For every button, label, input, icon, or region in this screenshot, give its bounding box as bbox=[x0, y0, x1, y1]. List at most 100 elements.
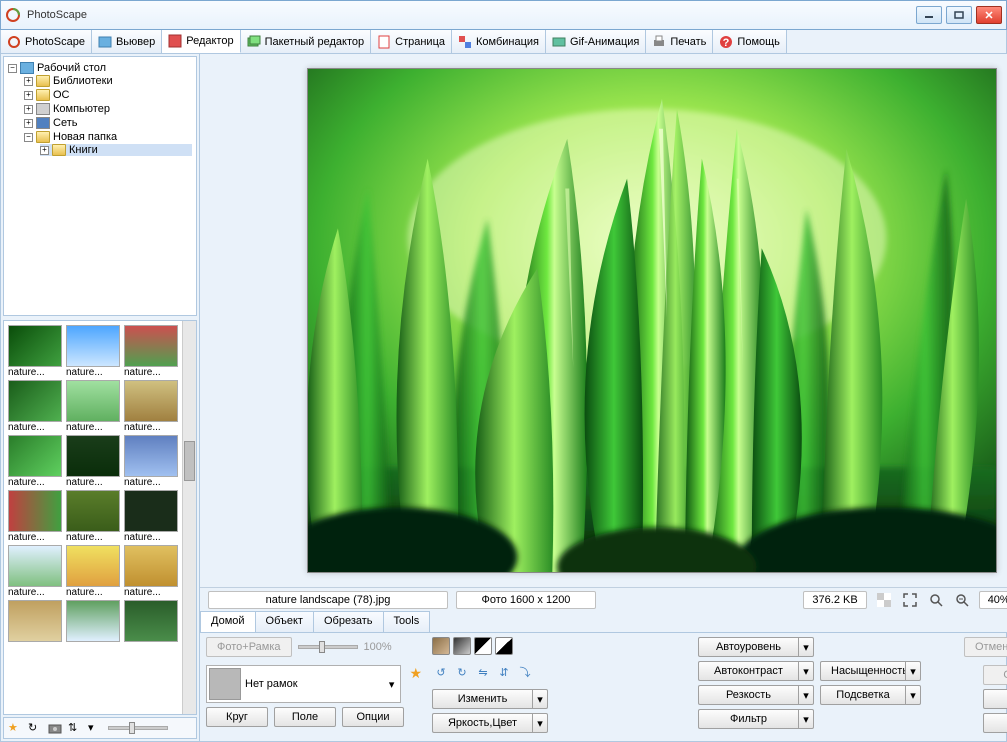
thumbnail[interactable]: nature... bbox=[8, 380, 62, 433]
thumbnail[interactable] bbox=[66, 600, 120, 642]
frame-selector[interactable]: Нет рамок ▾ bbox=[206, 665, 401, 703]
field-button[interactable]: Поле bbox=[274, 707, 336, 727]
thumbnail[interactable]: nature... bbox=[8, 490, 62, 543]
thumbnail-size-slider[interactable] bbox=[108, 726, 168, 730]
thumbnail[interactable] bbox=[124, 600, 178, 642]
chevron-down-icon[interactable]: ▾ bbox=[798, 709, 814, 729]
camera-icon[interactable] bbox=[48, 721, 62, 735]
thumbnail[interactable]: nature... bbox=[124, 380, 178, 433]
grayscale-swatch[interactable] bbox=[453, 637, 471, 655]
autolevel-dropdown[interactable]: Автоуровень▾ bbox=[698, 637, 814, 657]
refresh-icon[interactable]: ↻ bbox=[28, 721, 42, 735]
brightness-color-dropdown[interactable]: Яркость,Цвет▾ bbox=[432, 713, 548, 733]
tab-editor[interactable]: Редактор bbox=[162, 30, 240, 53]
chevron-down-icon[interactable]: ▾ bbox=[798, 637, 814, 657]
tab-help[interactable]: ?Помощь bbox=[713, 30, 787, 53]
highlight-dropdown[interactable]: Подсветка▾ bbox=[820, 685, 921, 705]
thumbnail[interactable]: nature... bbox=[66, 490, 120, 543]
fit-screen-icon[interactable] bbox=[901, 591, 919, 609]
thumbnail[interactable]: nature... bbox=[124, 545, 178, 598]
thumbnail[interactable]: nature... bbox=[124, 325, 178, 378]
undo-all-button[interactable]: Отменить все bbox=[983, 665, 1007, 685]
expand-icon[interactable]: + bbox=[24, 105, 33, 114]
panel-tab-object[interactable]: Объект bbox=[255, 611, 314, 632]
tree-item-selected[interactable]: +Книги bbox=[40, 144, 192, 156]
sort-icon[interactable]: ⇅ bbox=[68, 721, 82, 735]
chevron-down-icon[interactable]: ▾ bbox=[532, 689, 548, 709]
tab-gif[interactable]: Gif-Анимация bbox=[546, 30, 646, 53]
rotate-left-icon[interactable]: ↺ bbox=[432, 663, 450, 681]
thumbnail[interactable] bbox=[8, 600, 62, 642]
expand-icon[interactable]: + bbox=[24, 91, 33, 100]
chevron-down-icon[interactable]: ▾ bbox=[798, 661, 814, 681]
saturation-dropdown[interactable]: Насыщенность▾ bbox=[820, 661, 921, 681]
save-button[interactable]: Сохранить bbox=[983, 689, 1007, 709]
bw-swatch[interactable] bbox=[474, 637, 492, 655]
tab-print[interactable]: Печать bbox=[646, 30, 713, 53]
chevron-down-icon[interactable]: ▾ bbox=[905, 661, 921, 681]
thumbnail[interactable]: nature... bbox=[8, 545, 62, 598]
collapse-icon[interactable]: − bbox=[24, 133, 33, 142]
tree-root[interactable]: −Рабочий стол bbox=[8, 62, 192, 74]
thumbnail[interactable]: nature... bbox=[8, 435, 62, 488]
photo-frame-button[interactable]: Фото+Рамка bbox=[206, 637, 292, 657]
star-icon[interactable]: ★ bbox=[405, 665, 426, 682]
tab-photoscape[interactable]: PhotoScape bbox=[1, 30, 92, 53]
zoom-actual-icon[interactable] bbox=[927, 591, 945, 609]
thumbnail[interactable]: nature... bbox=[66, 435, 120, 488]
thumbnail[interactable]: nature... bbox=[66, 325, 120, 378]
tab-viewer[interactable]: Вьювер bbox=[92, 30, 162, 53]
flip-vertical-icon[interactable]: ⇵ bbox=[495, 663, 513, 681]
zoom-fit-icon[interactable] bbox=[953, 591, 971, 609]
undo-button[interactable]: Отмена bbox=[964, 637, 1007, 657]
panel-tab-tools[interactable]: Tools bbox=[383, 611, 431, 632]
expand-icon[interactable]: + bbox=[24, 77, 33, 86]
maximize-button[interactable] bbox=[946, 6, 972, 24]
thumbnail[interactable]: nature... bbox=[124, 435, 178, 488]
collapse-icon[interactable]: − bbox=[8, 64, 17, 73]
tab-page[interactable]: Страница bbox=[371, 30, 452, 53]
thumbnail[interactable]: nature... bbox=[66, 545, 120, 598]
autocontrast-dropdown[interactable]: Автоконтраст▾ bbox=[698, 661, 814, 681]
canvas-area[interactable] bbox=[200, 54, 1007, 587]
rotate-free-icon[interactable]: ⤵ bbox=[516, 663, 534, 681]
thumbnail[interactable]: nature... bbox=[124, 490, 178, 543]
tree-item[interactable]: +Библиотеки bbox=[24, 75, 192, 87]
circle-button[interactable]: Круг bbox=[206, 707, 268, 727]
expand-icon[interactable]: + bbox=[24, 119, 33, 128]
sharpness-dropdown[interactable]: Резкость▾ bbox=[698, 685, 814, 705]
content-area: nature landscape (78).jpg Фото 1600 x 12… bbox=[200, 54, 1007, 741]
star-icon[interactable]: ★ bbox=[8, 721, 22, 735]
chevron-down-icon[interactable]: ▾ bbox=[905, 685, 921, 705]
thumbnail[interactable]: nature... bbox=[8, 325, 62, 378]
menu-button[interactable]: Меню bbox=[983, 713, 1007, 733]
thumbnails-grid[interactable]: nature...nature...nature... nature...nat… bbox=[4, 321, 182, 714]
chevron-down-icon[interactable]: ▾ bbox=[88, 721, 102, 735]
thumbnail[interactable]: nature... bbox=[66, 380, 120, 433]
tree-item[interactable]: +Компьютер bbox=[24, 103, 192, 115]
close-button[interactable]: ✕ bbox=[976, 6, 1002, 24]
thumbnails-scrollbar[interactable] bbox=[182, 321, 196, 714]
tree-item[interactable]: +ОС bbox=[24, 89, 192, 101]
checker-icon[interactable] bbox=[875, 591, 893, 609]
chevron-down-icon[interactable]: ▾ bbox=[532, 713, 548, 733]
negative-swatch[interactable] bbox=[495, 637, 513, 655]
tree-item[interactable]: −Новая папка bbox=[24, 131, 192, 143]
frame-slider[interactable] bbox=[298, 645, 358, 649]
tab-batch[interactable]: Пакетный редактор bbox=[241, 30, 372, 53]
panel-tab-home[interactable]: Домой bbox=[200, 611, 256, 632]
folder-tree[interactable]: −Рабочий стол +Библиотеки +ОС +Компьютер… bbox=[3, 56, 197, 316]
minimize-button[interactable] bbox=[916, 6, 942, 24]
expand-icon[interactable]: + bbox=[40, 146, 49, 155]
filter-dropdown[interactable]: Фильтр▾ bbox=[698, 709, 814, 729]
tree-item[interactable]: +Сеть bbox=[24, 117, 192, 129]
resize-dropdown[interactable]: Изменить▾ bbox=[432, 689, 548, 709]
tab-combine[interactable]: Комбинация bbox=[452, 30, 546, 53]
sepia-swatch[interactable] bbox=[432, 637, 450, 655]
panel-tab-crop[interactable]: Обрезать bbox=[313, 611, 384, 632]
chevron-down-icon[interactable]: ▾ bbox=[798, 685, 814, 705]
rotate-right-icon[interactable]: ↻ bbox=[453, 663, 471, 681]
flip-horizontal-icon[interactable]: ⇋ bbox=[474, 663, 492, 681]
chevron-down-icon[interactable]: ▾ bbox=[385, 678, 399, 691]
options-button[interactable]: Опции bbox=[342, 707, 404, 727]
